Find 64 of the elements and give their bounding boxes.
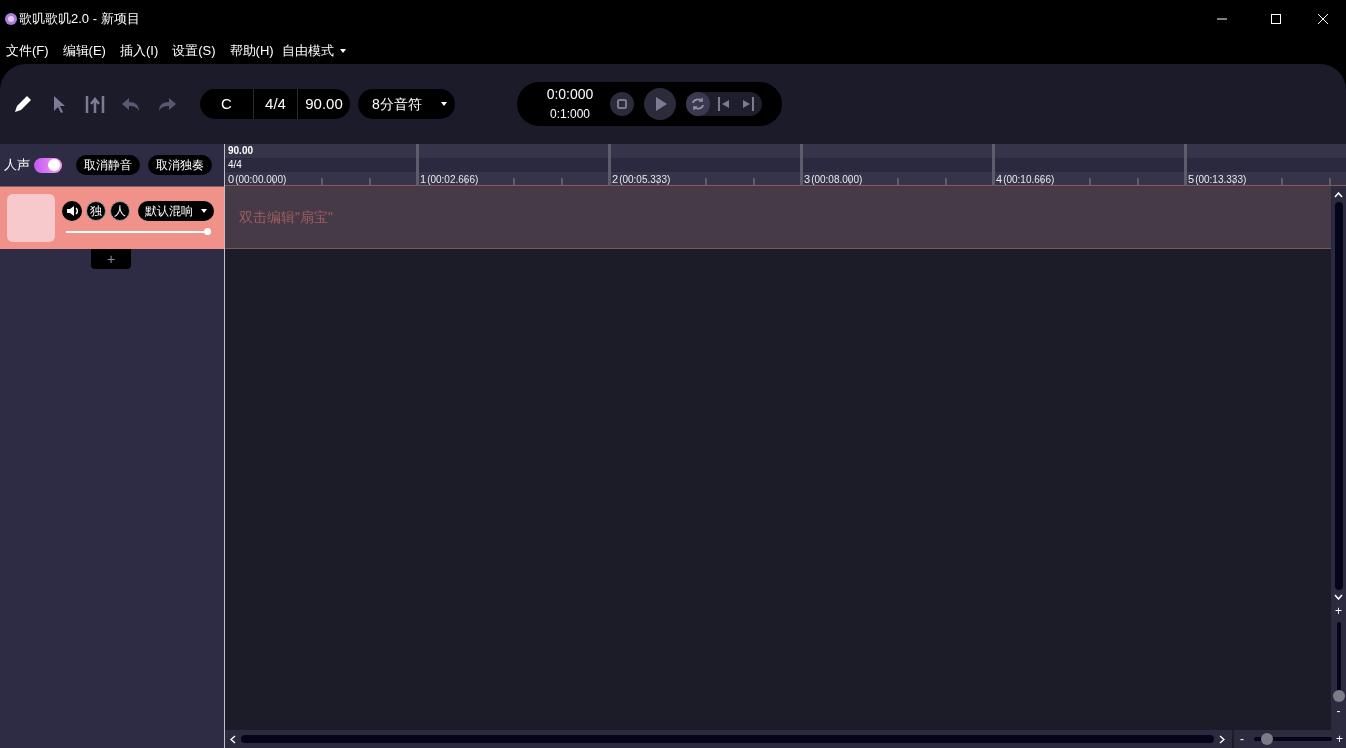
speaker-icon[interactable] xyxy=(62,200,82,221)
volume-slider[interactable] xyxy=(66,227,208,236)
caret-icon xyxy=(441,102,447,106)
unsolo-all-button[interactable]: 取消独奏 xyxy=(148,155,212,175)
vocal-label: 人声 xyxy=(4,156,30,175)
time-signature-marker: 4/4 xyxy=(228,159,242,171)
pencil-tool-icon[interactable] xyxy=(12,93,34,115)
measure-time: (00:10.666) xyxy=(1003,173,1055,186)
window-title: 歌叽歌叽2.0 - 新项目 xyxy=(19,10,140,29)
vertical-zoom-slider[interactable] xyxy=(1332,622,1345,702)
tempo-marker: 90.00 xyxy=(228,145,254,157)
avatar-placeholder xyxy=(7,194,55,242)
zoom-in-button[interactable]: + xyxy=(1336,730,1343,748)
split-tool-icon[interactable] xyxy=(84,93,106,115)
horizontal-zoom-slider[interactable] xyxy=(1254,733,1332,745)
tempo-field[interactable]: 90.00 xyxy=(298,89,350,119)
menu-item[interactable]: 插入(I) xyxy=(119,41,159,61)
scroll-down-icon[interactable] xyxy=(1334,594,1343,600)
menu-item[interactable]: 帮助(H) xyxy=(229,41,274,61)
menu-item[interactable]: 编辑(E) xyxy=(62,41,106,61)
measure-number: 1 xyxy=(420,173,427,186)
unmute-all-button[interactable]: 取消静音 xyxy=(76,155,140,175)
measure-time: (00:00.000) xyxy=(235,173,287,186)
jump-to-end-icon[interactable] xyxy=(742,97,754,111)
measure-time: (00:05.333) xyxy=(619,173,671,186)
app-logo-icon xyxy=(5,13,17,25)
reverb-dropdown[interactable]: 默认混响 xyxy=(138,200,214,221)
zoom-out-button[interactable]: - xyxy=(1336,704,1341,718)
measure-number: 5 xyxy=(1188,173,1195,186)
vertical-scrollbar-thumb[interactable] xyxy=(1334,202,1343,590)
menu-item[interactable]: 文件(F) xyxy=(6,41,49,61)
close-icon[interactable] xyxy=(1318,14,1328,24)
note-length-dropdown[interactable]: 8分音符 xyxy=(358,89,455,119)
scroll-up-icon[interactable] xyxy=(1334,192,1343,198)
measure-time: (00:02.666) xyxy=(427,173,479,186)
solo-button[interactable]: 独 xyxy=(86,200,106,221)
measure-number: 3 xyxy=(804,173,811,186)
vocal-toggle[interactable] xyxy=(34,157,62,173)
time-signature-selector[interactable]: 4/4 xyxy=(254,89,298,119)
measure-number: 2 xyxy=(612,173,619,186)
measure-time: (00:08.000) xyxy=(811,173,863,186)
measure-time: (00:13.333) xyxy=(1195,173,1247,186)
track-hint: 双击编辑"扇宝" xyxy=(239,207,333,227)
jump-to-start-icon[interactable] xyxy=(718,97,730,111)
caret-icon xyxy=(339,49,346,53)
horizontal-scrollbar-thumb[interactable] xyxy=(241,735,1214,743)
scroll-right-icon[interactable] xyxy=(1219,734,1225,744)
measure-number: 4 xyxy=(996,173,1003,186)
zoom-in-button[interactable]: + xyxy=(1335,604,1342,618)
duration-time: 0:1:000 xyxy=(549,106,590,123)
vocal-button[interactable]: 人 xyxy=(110,200,130,221)
zoom-out-button[interactable]: - xyxy=(1240,730,1244,748)
scroll-left-icon[interactable] xyxy=(230,734,236,744)
add-track-button[interactable]: + xyxy=(91,249,131,269)
measure-number: 0 xyxy=(228,173,235,186)
stop-button-icon[interactable] xyxy=(610,92,634,116)
maximize-icon[interactable] xyxy=(1271,14,1281,24)
mode-menu[interactable]: 自由模式 xyxy=(281,41,346,61)
position-time: 0:0:000 xyxy=(546,85,594,103)
menu-item[interactable]: 设置(S) xyxy=(172,41,216,61)
key-selector[interactable]: C xyxy=(200,89,254,119)
loop-icon[interactable] xyxy=(686,92,710,116)
play-button-icon[interactable] xyxy=(644,88,676,120)
caret-icon xyxy=(201,208,207,213)
